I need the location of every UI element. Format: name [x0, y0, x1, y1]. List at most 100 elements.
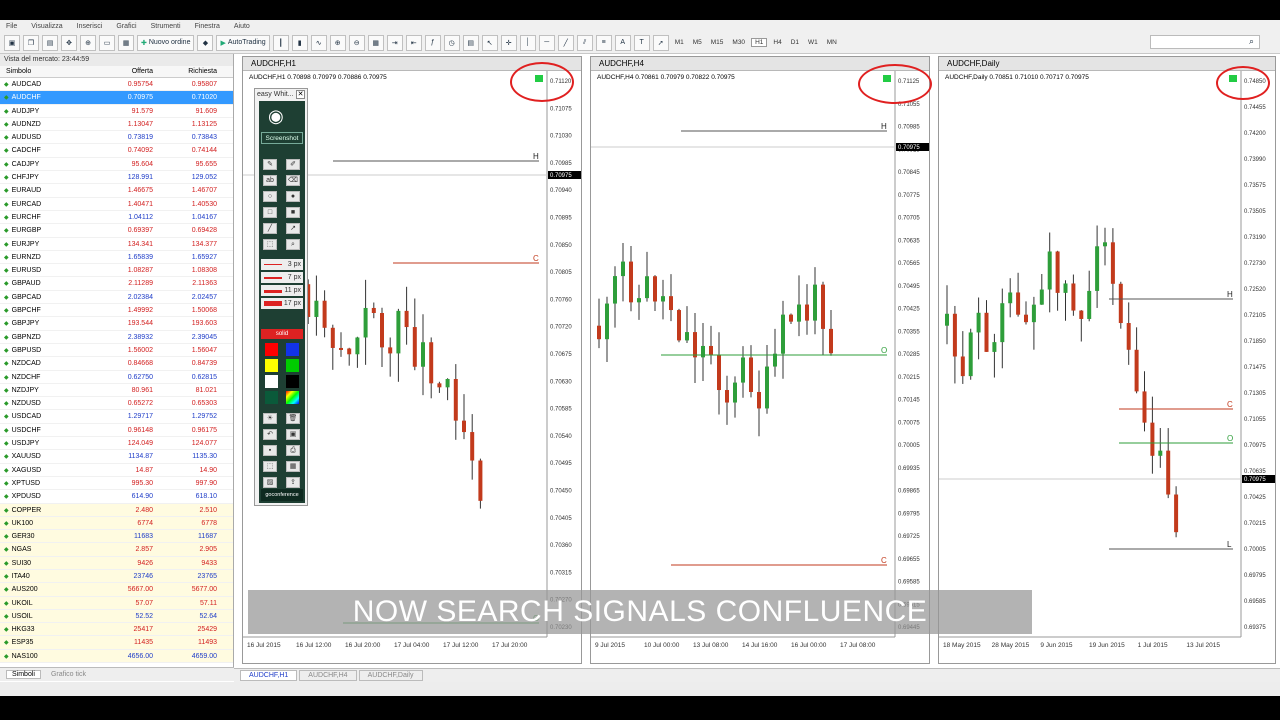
candlestick-chart[interactable]: 0.748500.744550.742000.739900.735750.735… [939, 71, 1276, 663]
market-watch-row[interactable]: UK100 6774 6778 [0, 516, 233, 531]
new-order-button[interactable]: ✚ Nuovo ordine [137, 34, 195, 51]
image-icon[interactable]: ▨ [263, 477, 277, 488]
market-watch-row[interactable]: GBPNZD 2.38932 2.39045 [0, 331, 233, 344]
arrow-icon[interactable]: ↗ [286, 223, 300, 234]
timeframe-m1[interactable]: M1 [672, 39, 687, 46]
trendline-icon[interactable]: ╱ [557, 34, 574, 51]
metaeditor-icon[interactable]: ◆ [197, 34, 214, 51]
timeframe-h1[interactable]: H1 [751, 38, 768, 47]
filled-rectangle-icon[interactable]: ■ [286, 207, 300, 218]
profiles-icon[interactable]: ❐ [23, 34, 39, 51]
rectangle-icon[interactable]: □ [263, 207, 277, 218]
tab-audchf-h4[interactable]: AUDCHF,H4 [299, 670, 357, 681]
trash-icon[interactable]: 🗑 [286, 413, 300, 424]
timeframe-w1[interactable]: W1 [805, 39, 821, 46]
color-teal[interactable] [265, 391, 278, 404]
timeframe-m15[interactable]: M15 [708, 39, 727, 46]
indicators-icon[interactable]: ƒ [424, 34, 441, 51]
undo-icon[interactable]: ↶ [263, 429, 277, 440]
market-watch-row[interactable]: NZDUSD 0.65272 0.65303 [0, 397, 233, 411]
line-icon[interactable]: ╱ [263, 223, 277, 234]
capture-region-icon[interactable]: ⬚ [263, 461, 277, 472]
color-black[interactable] [286, 375, 299, 388]
menu-view[interactable]: Visualizza [31, 23, 62, 30]
color-green[interactable] [286, 359, 299, 372]
timeframe-m5[interactable]: M5 [690, 39, 705, 46]
tester-icon[interactable]: ▦ [118, 34, 134, 51]
text-box-icon[interactable]: ab [263, 175, 277, 186]
save-icon[interactable]: ▪ [263, 445, 277, 456]
col-symbol[interactable]: Simbolo [0, 66, 96, 78]
col-ask[interactable]: Richiesta [156, 66, 220, 78]
size-3px[interactable]: 3 px [261, 259, 303, 270]
market-watch-row[interactable]: EURAUD 1.46675 1.46707 [0, 184, 233, 198]
eraser-icon[interactable]: ⌫ [286, 175, 300, 186]
easy-whiteboard-footer[interactable]: goconference [261, 489, 303, 501]
magnifier-icon[interactable]: ⌕ [286, 239, 300, 250]
arrows-icon[interactable]: ➚ [652, 34, 669, 51]
timeframe-mn[interactable]: MN [824, 39, 840, 46]
ellipse-icon[interactable]: ○ [263, 191, 277, 202]
color-yellow[interactable] [265, 359, 278, 372]
menu-tools[interactable]: Strumenti [151, 23, 181, 30]
menu-charts[interactable]: Grafici [116, 23, 136, 30]
zoom-out-icon[interactable]: ⊖ [348, 34, 365, 51]
templates-icon[interactable]: ▤ [462, 34, 479, 51]
market-watch-row[interactable]: CADCHF 0.74092 0.74144 [0, 144, 233, 158]
market-watch-row[interactable]: XPTUSD 995.30 997.90 [0, 477, 233, 491]
market-watch-row[interactable]: ITA40 23746 23765 [0, 569, 233, 584]
market-watch-row[interactable]: XAUUSD 1134.87 1135.30 [0, 450, 233, 464]
screenshot-button[interactable]: Screenshot [261, 132, 303, 144]
size-7px[interactable]: 7 px [261, 272, 303, 283]
market-watch-row[interactable]: EURNZD 1.65839 1.65927 [0, 251, 233, 265]
market-watch-row[interactable]: ESP35 11435 11493 [0, 636, 233, 650]
sun-icon[interactable]: ☀ [263, 413, 277, 424]
tab-tick-chart[interactable]: Grafico tick [51, 671, 86, 678]
market-watch-row[interactable]: NAS100 4656.00 4659.00 [0, 649, 233, 664]
market-watch-row[interactable]: SUI30 9426 9433 [0, 556, 233, 570]
timeframe-h4[interactable]: H4 [770, 39, 784, 46]
tab-audchf-daily[interactable]: AUDCHF,Daily [358, 670, 423, 681]
search-input[interactable] [1150, 35, 1260, 49]
pen-icon[interactable]: ✎ [263, 159, 277, 170]
market-watch-row[interactable]: USDCHF 0.96148 0.96175 [0, 424, 233, 438]
line-style-solid[interactable]: solid [261, 329, 303, 339]
fibonacci-icon[interactable]: ≡ [595, 34, 612, 51]
market-watch-row[interactable]: NGAS 2.857 2.905 [0, 543, 233, 557]
tab-symbols[interactable]: Simboli [6, 670, 41, 679]
equidistant-channel-icon[interactable]: ⫽ [576, 34, 593, 51]
market-watch-row[interactable]: GBPUSD 1.56002 1.56047 [0, 344, 233, 358]
market-watch-row[interactable]: USDCAD 1.29717 1.29752 [0, 410, 233, 424]
cursor-icon[interactable]: ↖ [481, 34, 498, 51]
vertical-line-icon[interactable]: │ [519, 34, 536, 51]
tab-audchf-h1[interactable]: AUDCHF,H1 [240, 670, 298, 681]
color-red[interactable] [265, 343, 278, 356]
timeframe-d1[interactable]: D1 [788, 39, 802, 46]
market-watch-row[interactable]: AUDCAD 0.95754 0.95807 [0, 78, 233, 92]
market-watch-row[interactable]: HKG33 25417 25429 [0, 623, 233, 637]
market-watch-row[interactable]: GBPCHF 1.49992 1.50068 [0, 304, 233, 318]
market-watch-row[interactable]: XPDUSD 614.90 618.10 [0, 490, 233, 504]
candlestick-chart[interactable]: 0.711250.710550.709850.709150.708450.707… [591, 71, 930, 663]
market-watch-row[interactable]: COPPER 2.480 2.510 [0, 503, 233, 517]
autotrading-button[interactable]: ▶ AutoTrading [216, 34, 270, 51]
market-watch-row[interactable]: EURCHF 1.04112 1.04167 [0, 211, 233, 225]
market-watch-row[interactable]: EURJPY 134.341 134.377 [0, 238, 233, 251]
market-watch-row[interactable]: NZDCAD 0.84668 0.84739 [0, 357, 233, 371]
text-icon[interactable]: A [614, 34, 631, 51]
bar-chart-icon[interactable]: ┃ [272, 34, 289, 51]
chart-shift-icon[interactable]: ⇤ [405, 34, 422, 51]
size-11px[interactable]: 11 px [261, 285, 303, 296]
new-chart-icon[interactable]: ▣ [4, 34, 20, 51]
chart-window-daily[interactable]: AUDCHF,Daily AUDCHF,Daily 0.70851 0.7101… [938, 56, 1276, 664]
menu-file[interactable]: File [6, 23, 17, 30]
close-icon[interactable]: ✕ [296, 90, 305, 99]
market-watch-row[interactable]: USDJPY 124.049 124.077 [0, 437, 233, 451]
candlestick-icon[interactable]: ▮ [291, 34, 308, 51]
search-icon[interactable]: ⌕ [1249, 36, 1254, 47]
grid-icon[interactable]: ▦ [286, 461, 300, 472]
market-watch-row[interactable]: EURGBP 0.69397 0.69428 [0, 224, 233, 238]
market-watch-icon[interactable]: ▤ [42, 34, 58, 51]
clipboard-icon[interactable]: ▣ [286, 429, 300, 440]
market-watch-row[interactable]: EURUSD 1.08287 1.08308 [0, 264, 233, 278]
